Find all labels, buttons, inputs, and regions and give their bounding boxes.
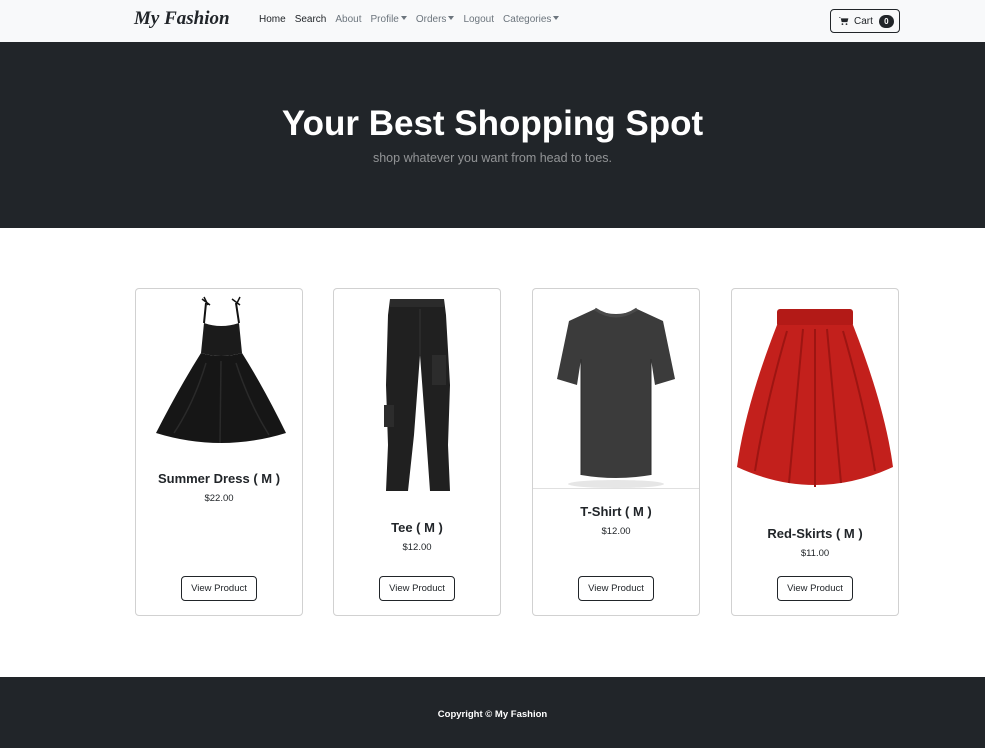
product-card: Red-Skirts ( M ) $11.00 View Product (731, 288, 899, 616)
hero-title: Your Best Shopping Spot (281, 104, 704, 143)
nav-home[interactable]: Home (259, 14, 286, 25)
gray-tshirt-image[interactable] (533, 289, 699, 488)
caret-down-icon (448, 16, 455, 20)
view-product-button[interactable]: View Product (777, 576, 853, 601)
view-product-button[interactable]: View Product (379, 576, 455, 601)
caret-down-icon (553, 16, 560, 20)
brand-logo[interactable]: My Fashion (134, 8, 230, 30)
product-card: Tee ( M ) $12.00 View Product (333, 288, 501, 616)
nav-about[interactable]: About (335, 14, 361, 25)
red-skirt-image[interactable] (732, 289, 898, 509)
caret-down-icon (400, 16, 407, 20)
cart-label: Cart (854, 15, 873, 27)
black-dress-image[interactable] (136, 289, 302, 459)
nav-profile-dropdown[interactable]: Profile (371, 14, 407, 25)
product-price: $11.00 (800, 548, 830, 559)
product-card: Summer Dress ( M ) $22.00 View Product (135, 288, 303, 616)
nav-orders-label: Orders (415, 14, 447, 25)
footer-copyright: Copyright © My Fashion (437, 709, 548, 720)
nav-search[interactable]: Search (295, 14, 327, 25)
product-price: $22.00 (204, 493, 234, 504)
hero-subtitle: shop whatever you want from head to toes… (372, 151, 613, 165)
product-title: Summer Dress ( M ) (157, 471, 281, 486)
view-product-button[interactable]: View Product (181, 576, 257, 601)
product-price: $12.00 (402, 542, 432, 553)
nav-profile-label: Profile (370, 14, 399, 25)
image-divider (533, 488, 699, 489)
view-product-button[interactable]: View Product (578, 576, 654, 601)
footer: Copyright © My Fashion (0, 677, 985, 748)
nav-categories-dropdown[interactable]: Categories (503, 14, 560, 25)
product-title: Red-Skirts ( M ) (767, 526, 863, 541)
nav-categories-label: Categories (503, 14, 552, 25)
product-title: T-Shirt ( M ) (580, 504, 652, 519)
cart-icon (839, 16, 849, 25)
nav-logout[interactable]: Logout (463, 14, 494, 25)
nav-links: Home Search About Profile Orders Logout … (259, 14, 568, 25)
navbar: My Fashion Home Search About Profile Ord… (0, 0, 985, 42)
cart-count-badge: 0 (878, 14, 894, 28)
cart-button[interactable]: Cart 0 (830, 9, 900, 33)
product-title: Tee ( M ) (391, 520, 443, 535)
black-pants-image[interactable] (334, 289, 500, 499)
product-card: T-Shirt ( M ) $12.00 View Product (532, 288, 700, 616)
hero-banner: Your Best Shopping Spot shop whatever yo… (0, 42, 985, 228)
nav-orders-dropdown[interactable]: Orders (416, 14, 455, 25)
product-price: $12.00 (601, 526, 631, 537)
